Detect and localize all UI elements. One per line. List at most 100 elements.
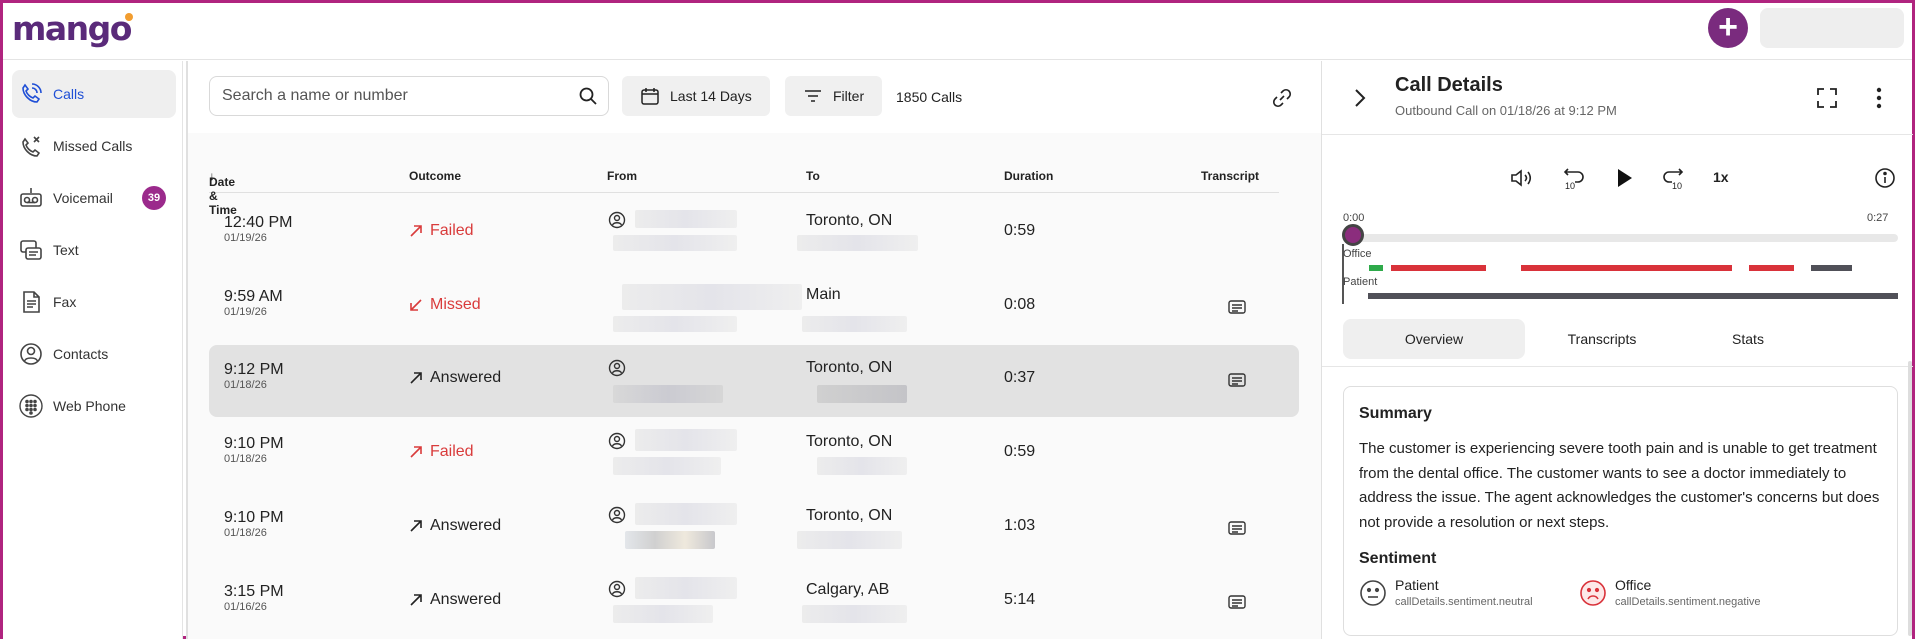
row-duration: 5:14 [1004, 591, 1036, 608]
sidebar-item-voicemail[interactable]: Voicemail 39 [12, 174, 176, 222]
table-row[interactable]: 12:40 PM 01/19/26 Failed Toronto, ON 0:59 [209, 198, 1299, 270]
transcript-icon[interactable] [1228, 372, 1246, 388]
voicemail-icon [20, 188, 42, 207]
redacted-number [802, 605, 907, 623]
column-from: From [607, 169, 637, 183]
redacted-name [635, 429, 737, 451]
row-date: 01/16/26 [224, 601, 267, 613]
call-details-panel: Call Details Outbound Call on 01/18/26 a… [1321, 61, 1913, 639]
date-range-button[interactable]: Last 14 Days [622, 76, 770, 116]
transcript-icon[interactable] [1228, 520, 1246, 536]
row-time: 9:12 PM [224, 361, 284, 378]
scrollbar[interactable] [1908, 361, 1912, 636]
row-to: Toronto, ON [806, 359, 893, 376]
row-outcome: Missed [409, 296, 481, 314]
toolbar: Last 14 Days Filter 1850 Calls [188, 61, 1323, 133]
voicemail-count-badge: 39 [142, 186, 166, 210]
row-to: Main [806, 286, 841, 303]
collapse-chevron-icon[interactable] [1352, 87, 1368, 109]
progress-track[interactable] [1343, 234, 1898, 242]
sentiment-patient: Patient callDetails.sentiment.neutral [1359, 577, 1533, 608]
forward-10-icon[interactable]: 10 [1661, 166, 1687, 192]
link-icon[interactable] [1271, 87, 1293, 109]
mango-logo[interactable]: mango [12, 9, 133, 48]
sidebar: Calls Missed Calls Voicemail 39 Text Fax… [3, 61, 183, 639]
calendar-icon [641, 88, 659, 105]
sad-face-icon [1580, 580, 1606, 606]
sidebar-item-label: Missed Calls [53, 138, 133, 154]
dialpad-icon [19, 394, 43, 418]
transcript-icon[interactable] [1228, 594, 1246, 610]
sentiment-value: callDetails.sentiment.neutral [1395, 596, 1533, 608]
redacted-number [613, 385, 723, 403]
tab-overview[interactable]: Overview [1343, 319, 1525, 359]
redacted-number [613, 605, 713, 623]
time-start: 0:00 [1343, 212, 1365, 224]
transcript-icon[interactable] [1228, 299, 1246, 315]
column-date-time[interactable]: Date & Time ↓ [209, 169, 237, 217]
fax-icon [23, 291, 40, 313]
calls-icon [22, 83, 42, 103]
row-time: 3:15 PM [224, 583, 284, 600]
calls-list-panel: Last 14 Days Filter 1850 Calls Date & Ti… [186, 61, 1323, 639]
play-icon[interactable] [1612, 166, 1636, 190]
office-speech-segment [1811, 265, 1852, 271]
table-row[interactable]: 9:10 PM 01/18/26 Answered Toronto, ON 1:0… [209, 493, 1299, 565]
table-row[interactable]: 9:10 PM 01/18/26 Failed Toronto, ON 0:59 [209, 419, 1299, 491]
user-menu[interactable] [1760, 8, 1904, 48]
row-outcome: Failed [409, 443, 474, 461]
table-row[interactable]: 3:15 PM 01/16/26 Answered Calgary, AB 5:1… [209, 567, 1299, 639]
more-options-icon[interactable] [1875, 87, 1883, 109]
table-row[interactable]: 9:59 AM 01/19/26 Missed Main 0:08 [209, 272, 1299, 344]
rewind-10-icon[interactable]: 10 [1560, 166, 1586, 192]
row-date: 01/18/26 [224, 379, 267, 391]
redacted-number [613, 316, 737, 332]
row-time: 12:40 PM [224, 214, 293, 231]
redacted-number [817, 385, 907, 403]
row-duration: 0:37 [1004, 369, 1036, 386]
summary-title: Summary [1359, 405, 1432, 422]
sidebar-item-contacts[interactable]: Contacts [12, 330, 176, 378]
search-icon[interactable] [578, 86, 598, 106]
contacts-icon [20, 343, 42, 365]
outbound-arrow-icon [410, 594, 422, 606]
sidebar-item-missed-calls[interactable]: Missed Calls [12, 122, 176, 170]
search-input[interactable] [210, 77, 550, 115]
redacted-number [625, 531, 715, 549]
contact-avatar-icon [608, 580, 626, 598]
redacted-name [635, 577, 737, 599]
redacted-name [635, 503, 737, 525]
fullscreen-icon[interactable] [1816, 87, 1838, 109]
sentiment-title: Sentiment [1359, 550, 1437, 567]
redacted-name [635, 210, 737, 228]
svg-text:10: 10 [1672, 181, 1682, 191]
info-icon[interactable] [1874, 167, 1896, 189]
sidebar-item-fax[interactable]: Fax [12, 278, 176, 326]
contact-avatar-icon [608, 506, 626, 524]
tab-stats[interactable]: Stats [1683, 319, 1813, 359]
outbound-arrow-icon [410, 225, 422, 237]
table-row-selected[interactable]: 9:12 PM 01/18/26 Answered Toronto, ON 0:3… [209, 345, 1299, 417]
missed-call-icon [22, 136, 41, 157]
office-speech-segment [1369, 265, 1383, 271]
sidebar-item-calls[interactable]: Calls [12, 70, 176, 118]
office-speech-segment [1749, 265, 1794, 271]
sidebar-item-text[interactable]: Text [12, 226, 176, 274]
row-date: 01/19/26 [224, 232, 267, 244]
patient-speech-segment [1368, 293, 1898, 299]
calls-count: 1850 Calls [896, 89, 963, 105]
row-duration: 0:59 [1004, 222, 1036, 239]
add-button[interactable]: + [1708, 8, 1748, 48]
row-outcome: Answered [409, 369, 501, 387]
outbound-arrow-icon [410, 446, 422, 458]
playback-speed-button[interactable]: 1x [1713, 169, 1729, 185]
summary-text: The customer is experiencing severe toot… [1359, 440, 1880, 531]
column-to: To [806, 169, 820, 183]
sidebar-item-web-phone[interactable]: Web Phone [12, 382, 176, 430]
tab-transcripts[interactable]: Transcripts [1537, 319, 1667, 359]
filter-button[interactable]: Filter [785, 76, 883, 116]
row-to: Toronto, ON [806, 433, 893, 450]
playhead-knob[interactable] [1342, 224, 1364, 246]
volume-icon[interactable] [1509, 167, 1533, 189]
sentiment-value: callDetails.sentiment.negative [1615, 596, 1761, 608]
